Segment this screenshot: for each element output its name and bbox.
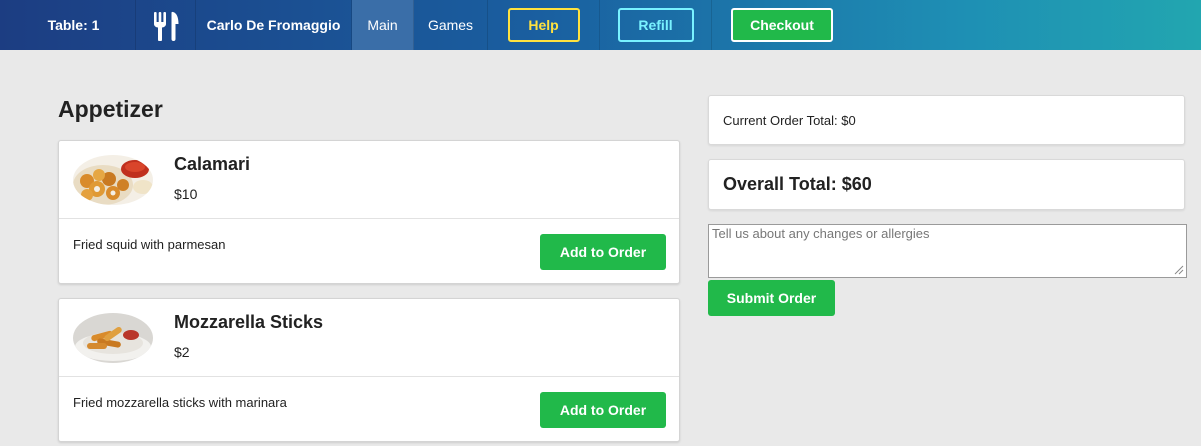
menu-item-description: Fried mozzarella sticks with marinara xyxy=(73,395,287,410)
current-order-total: Current Order Total: $0 xyxy=(708,95,1185,145)
restaurant-logo[interactable] xyxy=(136,0,196,50)
menu-item-header: Calamari $10 xyxy=(59,141,679,219)
current-order-total-label: Current Order Total: $0 xyxy=(723,112,856,128)
submit-order-button[interactable]: Submit Order xyxy=(708,280,835,316)
top-navbar: Table: 1 Carlo De Fromaggio Main Games H… xyxy=(0,0,1201,50)
refill-button[interactable]: Refill xyxy=(617,8,694,42)
menu-item-header: Mozzarella Sticks $2 xyxy=(59,299,679,377)
menu-item-price: $2 xyxy=(174,344,190,360)
tab-main-label: Main xyxy=(367,17,398,33)
menu-item-name: Calamari xyxy=(174,154,251,174)
menu-item-card: Mozzarella Sticks $2 Fried mozzarella st… xyxy=(58,298,680,442)
table-number: Table: 1 xyxy=(0,0,136,50)
tab-games-label: Games xyxy=(427,17,474,33)
overall-total-label: Overall Total: $60 xyxy=(723,174,872,194)
add-to-order-button[interactable]: Add to Order xyxy=(540,234,666,270)
fork-knife-icon xyxy=(153,11,178,41)
checkout-button[interactable]: Checkout xyxy=(731,8,833,42)
menu-item-price: $10 xyxy=(174,186,198,202)
mozzarella-sticks-photo xyxy=(73,313,153,363)
help-cell: Help xyxy=(488,0,600,50)
menu-item-description: Fried squid with parmesan xyxy=(73,237,226,252)
add-to-order-button[interactable]: Add to Order xyxy=(540,392,666,428)
menu-item-card: Calamari $10 Fried squid with parmesan A… xyxy=(58,140,680,284)
menu-item-name: Mozzarella Sticks xyxy=(174,312,324,332)
calamari-photo xyxy=(73,155,153,205)
table-label: Table: 1 xyxy=(47,17,100,33)
section-title: Appetizer xyxy=(58,96,163,122)
tab-games[interactable]: Games xyxy=(414,0,488,50)
overall-total: Overall Total: $60 xyxy=(708,159,1185,210)
refill-cell: Refill xyxy=(600,0,712,50)
user-name: Carlo De Fromaggio xyxy=(196,0,352,50)
help-button[interactable]: Help xyxy=(507,8,580,42)
resize-grip-icon[interactable] xyxy=(1174,265,1184,275)
tab-main[interactable]: Main xyxy=(352,0,414,50)
checkout-cell: Checkout xyxy=(712,0,852,50)
user-name-label: Carlo De Fromaggio xyxy=(206,17,341,33)
order-notes-input[interactable] xyxy=(708,224,1187,278)
